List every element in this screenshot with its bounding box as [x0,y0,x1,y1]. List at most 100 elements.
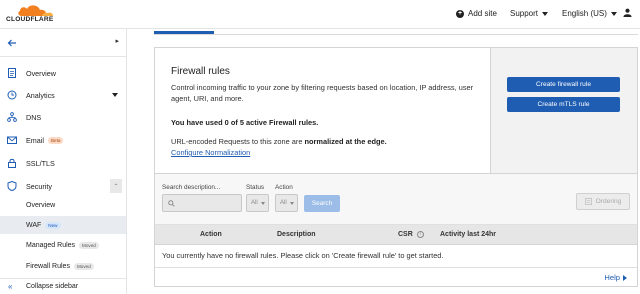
status-select-value: All [251,200,258,206]
action-select-value: All [280,200,287,206]
cloudflare-logo[interactable]: CLOUDFLARE [6,3,66,25]
help-label: Help [604,273,620,282]
firewall-rules-card: Firewall rules Control incoming traffic … [154,47,638,174]
sidebar-subitem-label-wrap: Firewall Rules Moved [26,262,94,270]
normalization-status: normalized at the edge. [304,137,387,146]
column-header-csr-wrap: CSR i [398,231,424,238]
create-firewall-rule-button[interactable]: Create firewall rule [507,77,620,92]
column-header-activity: Activity last 24hr [440,231,497,238]
language-label: English (US) [562,9,607,18]
sidebar-item-ssl-tls[interactable]: SSL/TLS [0,153,126,173]
language-menu[interactable]: English (US) [562,9,617,18]
column-header-action: Action [200,231,222,238]
shield-icon [7,181,17,191]
column-header-csr: CSR [398,231,413,238]
empty-state-message: You currently have no firewall rules. Pl… [162,251,444,260]
sidebar-subitem-overview[interactable]: Overview [0,196,126,214]
main-content: Firewall rules Control incoming traffic … [127,29,640,294]
sidebar-item-analytics[interactable]: Analytics [0,85,126,105]
sidebar-item-security[interactable]: Security ⌃ [0,176,126,196]
support-menu[interactable]: Support [510,9,549,18]
add-site-button[interactable]: + Add site [456,9,497,18]
sidebar-item-overview[interactable]: Overview [0,63,126,83]
rule-usage-text: You have used 0 of 5 active Firewall rul… [171,118,319,127]
chevron-up-icon[interactable]: ⌃ [110,179,122,193]
status-label: Status [246,184,265,191]
active-tab-indicator [154,31,214,34]
lock-icon [8,158,16,168]
configure-normalization-link[interactable]: Configure Normalization [171,148,250,157]
sidebar-item-label-wrap: Email Beta [26,135,64,145]
caret-down-icon [289,201,294,205]
sidebar-item-label: DNS [26,112,42,122]
search-icon [168,200,175,207]
filter-bar: Search description... Status All Action … [155,174,637,225]
sidebar-subitem-firewall-rules[interactable]: Firewall Rules Moved [0,257,126,275]
sidebar-item-email[interactable]: Email Beta [0,130,126,150]
card-description: Control incoming traffic to your zone by… [171,83,474,103]
clock-icon [7,90,17,100]
search-label: Search description... [162,184,221,191]
sidebar-item-label: Analytics [26,90,55,100]
account-menu[interactable] [623,8,632,17]
caret-down-icon [260,201,265,205]
sidebar-subitem-label: Firewall Rules [26,262,70,270]
top-bar: CLOUDFLARE + Add site Support English (U… [0,0,640,29]
chevron-right-icon[interactable]: ▸ [115,37,119,45]
arrow-left-icon[interactable] [7,38,17,48]
column-header-description: Description [277,231,316,238]
plus-circle-icon: + [456,9,464,18]
sidebar-back-row[interactable]: ▸ [0,29,126,57]
help-link[interactable]: Help [604,273,627,282]
sidebar-item-label: Email [26,135,44,145]
sidebar-subitem-waf[interactable]: WAF New [0,216,126,234]
sidebar-subitem-label-wrap: WAF New [26,221,61,229]
rules-table-panel: Search description... Status All Action … [154,174,638,287]
sidebar-item-label: SSL/TLS [26,158,55,168]
action-select[interactable]: All [275,194,298,212]
table-header: Action Description CSR i Activity last 2… [155,225,637,245]
status-select[interactable]: All [246,194,269,212]
normalization-prefix: URL-encoded Requests to this zone are [171,137,305,146]
sidebar: ▸ Overview Analytics DNS Email Beta SSL/… [0,29,127,294]
moved-badge: Moved [73,262,94,270]
list-icon [584,198,592,205]
caret-down-icon [542,11,549,16]
sidebar-item-label: Security [26,181,52,191]
sidebar-subitem-label-wrap: Managed Rules Moved [26,241,99,249]
user-icon [623,8,632,17]
support-label: Support [510,9,539,18]
triangle-right-icon [623,274,627,281]
collapse-sidebar-button[interactable]: « Collapse sidebar [0,278,126,294]
beta-badge: Beta [47,136,64,144]
sidebar-subitem-label: WAF [26,221,42,229]
action-label: Action [275,184,293,191]
envelope-icon [7,136,17,144]
search-button[interactable]: Search [304,195,340,212]
collapse-sidebar-label: Collapse sidebar [26,283,79,290]
help-row: Help [155,267,637,286]
sidebar-item-label: Overview [26,68,56,78]
create-mtls-rule-button[interactable]: Create mTLS rule [507,97,620,112]
info-icon[interactable]: i [416,231,424,238]
new-badge: New [45,221,61,229]
sidebar-item-dns[interactable]: DNS [0,107,126,127]
add-site-label: Add site [468,9,497,18]
moved-badge: Moved [79,241,99,249]
normalization-text: URL-encoded Requests to this zone are no… [171,137,387,146]
document-icon [8,68,16,78]
double-chevron-left-icon: « [8,282,13,291]
cloud-icon [18,5,53,16]
sidebar-subitem-label: Managed Rules [26,241,76,249]
ordering-label: Ordering [595,198,622,205]
card-title: Firewall rules [171,66,230,77]
card-actions-panel: Create firewall rule Create mTLS rule [490,48,637,173]
sidebar-subitem-label: Overview [26,201,56,209]
sidebar-subitem-managed-rules[interactable]: Managed Rules Moved [0,236,126,254]
logo-text: CLOUDFLARE [6,16,54,23]
ordering-button[interactable]: Ordering [576,193,630,210]
network-icon [7,112,17,122]
caret-down-icon [610,11,617,16]
search-input[interactable] [162,194,242,212]
tab-divider [154,34,638,35]
